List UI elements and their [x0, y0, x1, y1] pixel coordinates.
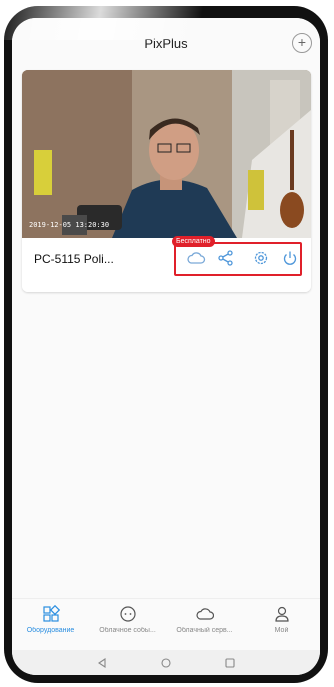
video-timestamp: 2019-12-05 13:20:30 [29, 221, 110, 229]
cloud-free-badge: Бесплатно [172, 236, 215, 247]
nav-item-cloud-service[interactable]: Облачный серв... [166, 605, 243, 634]
nav-label-devices: Оборудование [26, 627, 75, 634]
profile-icon [274, 606, 289, 622]
home-circle-icon[interactable] [160, 657, 172, 669]
nav-label-profile: Мой [274, 627, 289, 634]
app-screen: PixPlus + 2019-12-05 13:20:30 PC-5115 Po… [12, 18, 320, 675]
nav-label-cloud-events: Облачное собы... [99, 627, 156, 634]
cloud-icon[interactable] [186, 250, 206, 266]
devices-icon [42, 605, 60, 622]
camera-preview[interactable]: 2019-12-05 13:20:30 [22, 70, 311, 238]
system-navigation-bar [12, 650, 320, 675]
camera-snapshot-image [22, 70, 311, 238]
back-triangle-icon[interactable] [96, 657, 108, 669]
settings-gear-icon[interactable] [251, 250, 271, 266]
glass-reflection [0, 0, 334, 40]
cloud-service-icon [195, 608, 214, 620]
share-icon[interactable] [216, 250, 236, 266]
camera-card[interactable]: 2019-12-05 13:20:30 PC-5115 Poli... Бесп… [22, 70, 311, 292]
power-icon[interactable] [280, 250, 300, 266]
nav-item-cloud-events[interactable]: Облачное собы... [89, 605, 166, 634]
nav-item-profile[interactable]: Мой [243, 605, 320, 634]
bottom-navigation: Оборудование Облачное собы... Облачный с… [12, 598, 320, 651]
camera-name[interactable]: PC-5115 Poli... [34, 252, 114, 266]
cloud-events-icon [119, 606, 136, 622]
nav-label-cloud-service: Облачный серв... [176, 627, 233, 634]
recent-apps-square-icon[interactable] [224, 657, 236, 669]
camera-card-footer: PC-5115 Poli... Бесплатно [22, 236, 311, 292]
nav-item-devices[interactable]: Оборудование [12, 605, 89, 634]
